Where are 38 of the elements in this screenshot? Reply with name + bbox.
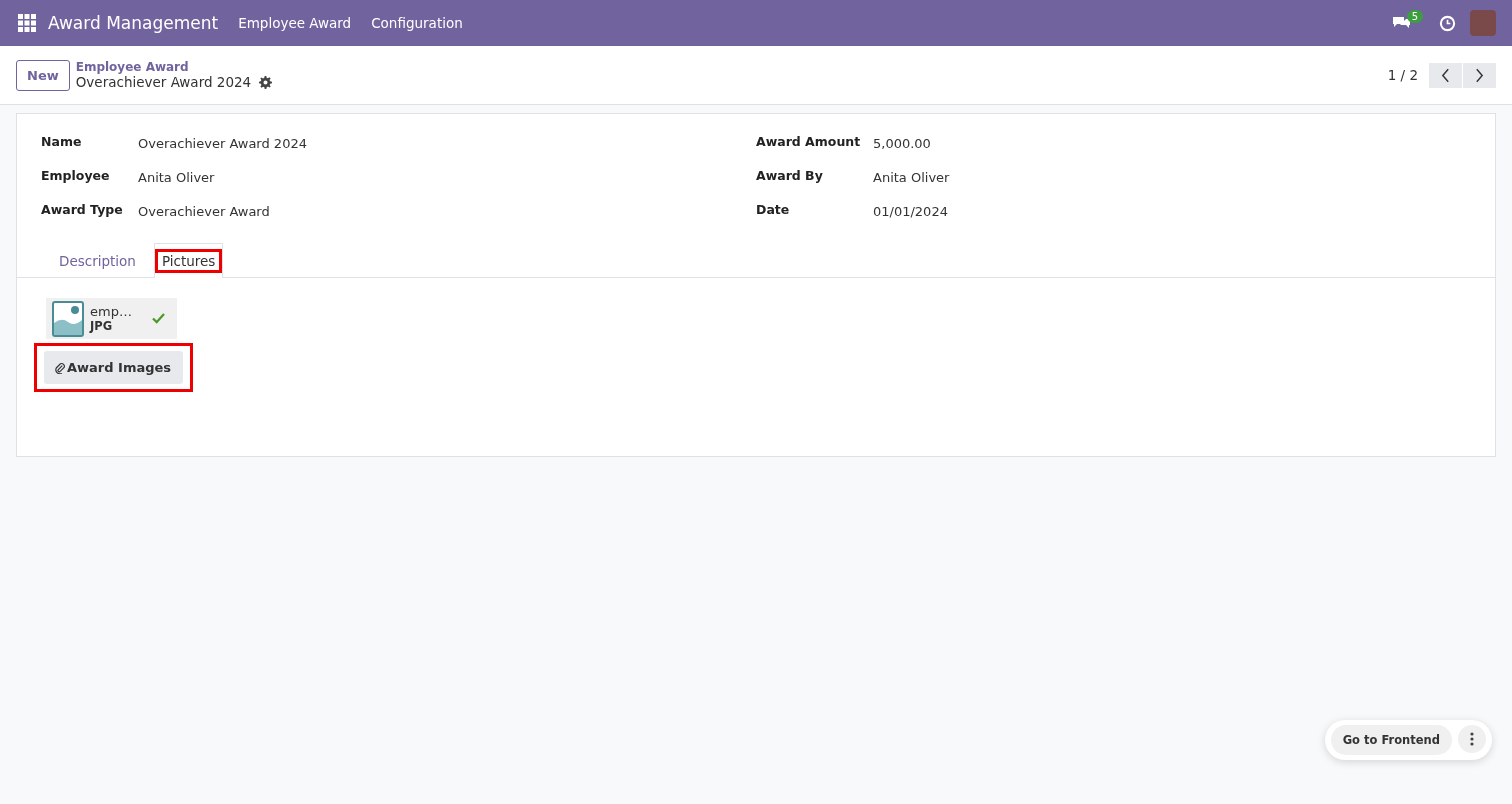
paperclip-icon <box>54 361 65 374</box>
field-label: Date <box>756 202 791 217</box>
new-button[interactable]: New <box>16 59 70 91</box>
tab[interactable]: Description <box>41 243 154 278</box>
apps-grid-icon[interactable] <box>18 14 36 32</box>
chevron-left-icon <box>1441 67 1450 83</box>
field-label: Award Type <box>41 202 124 217</box>
field-label: Award Amount <box>756 134 862 149</box>
breadcrumb-link[interactable]: Employee Award <box>75 60 273 74</box>
menu-item[interactable]: Employee Award <box>238 15 352 31</box>
gear-icon[interactable] <box>259 75 273 89</box>
pager-value: 1 / 2 <box>1387 67 1418 83</box>
tab[interactable]: Pictures <box>153 243 224 278</box>
field-value[interactable]: 01/01/2024 <box>873 204 948 219</box>
field-value[interactable]: Overachiever Award 2024 <box>138 136 307 151</box>
field-label: Award By <box>756 168 824 183</box>
app-name[interactable]: Award Management <box>48 13 219 33</box>
clock-icon[interactable] <box>1439 14 1456 32</box>
field-value[interactable]: Anita Oliver <box>873 170 950 185</box>
go-to-frontend-button[interactable]: Go to Frontend <box>1330 725 1452 755</box>
attachment-card[interactable]: emp… JPG <box>46 298 177 339</box>
checkmark-icon <box>152 313 165 324</box>
attachment-type: JPG <box>90 319 114 333</box>
field-value[interactable]: Overachiever Award <box>138 204 270 219</box>
next-button[interactable] <box>1463 62 1496 88</box>
previous-button[interactable] <box>1429 62 1462 88</box>
field-value[interactable]: 5,000.00 <box>873 136 931 151</box>
upload-button[interactable]: Award Images <box>44 351 184 384</box>
field-value[interactable]: Anita Oliver <box>138 170 215 185</box>
image-file-icon <box>52 300 84 337</box>
record-title: Overachiever Award 2024 <box>75 74 252 90</box>
chevron-right-icon <box>1475 67 1484 83</box>
field-label: Name <box>41 134 83 149</box>
attachment-name: emp… <box>90 304 133 319</box>
field-label: Employee <box>41 168 111 183</box>
message-count-badge: 5 <box>1406 9 1423 23</box>
vertical-dots-icon <box>1470 732 1474 746</box>
menu-item[interactable]: Configuration <box>371 15 463 31</box>
